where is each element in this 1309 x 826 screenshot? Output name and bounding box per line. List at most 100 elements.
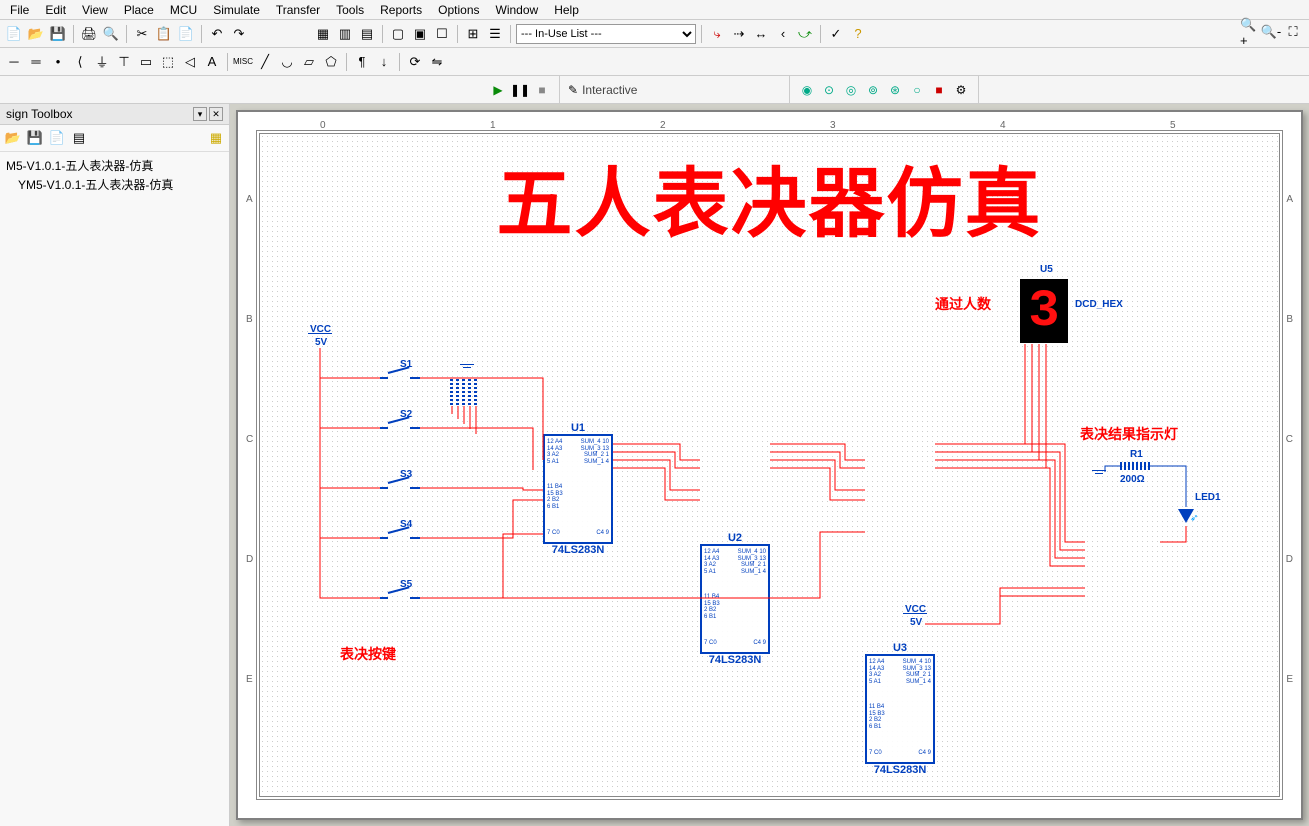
sheet1-button[interactable]: ▢ bbox=[388, 24, 408, 44]
place-poly-icon[interactable]: ⬠ bbox=[321, 52, 341, 72]
place-comment-icon[interactable]: ¶ bbox=[352, 52, 372, 72]
resistor-array[interactable] bbox=[450, 377, 477, 405]
tb-open-icon[interactable]: 📂 bbox=[3, 128, 23, 148]
redo-button[interactable]: ↷ bbox=[229, 24, 249, 44]
menu-edit[interactable]: Edit bbox=[39, 3, 72, 17]
sheet2-button[interactable]: ▣ bbox=[410, 24, 430, 44]
result-led-label: 表决结果指示灯 bbox=[1080, 424, 1178, 444]
grid3-button[interactable]: ▤ bbox=[357, 24, 377, 44]
probe2-button[interactable]: ⇢ bbox=[729, 24, 749, 44]
inuse-list-select[interactable]: --- In-Use List --- bbox=[516, 24, 696, 44]
menu-simulate[interactable]: Simulate bbox=[207, 3, 266, 17]
analysis1-icon[interactable]: ◉ bbox=[798, 81, 816, 99]
chip-u3[interactable]: U3 74LS283N 12 A414 A33 A25 A1 SUM_4 10S… bbox=[865, 654, 935, 764]
analysis4-icon[interactable]: ⊚ bbox=[864, 81, 882, 99]
place-power-icon[interactable]: ⊤ bbox=[114, 52, 134, 72]
erc-button[interactable]: ✓ bbox=[826, 24, 846, 44]
menu-window[interactable]: Window bbox=[490, 3, 545, 17]
led1[interactable] bbox=[1178, 509, 1194, 523]
grid2-button[interactable]: ▥ bbox=[335, 24, 355, 44]
probe3-button[interactable]: ↔ bbox=[751, 24, 771, 44]
tb-expand-icon[interactable]: ▦ bbox=[206, 128, 226, 148]
place-wire-icon[interactable]: ─ bbox=[4, 52, 24, 72]
open-button[interactable]: 📂 bbox=[26, 24, 46, 44]
stop-all-icon[interactable]: ■ bbox=[930, 81, 948, 99]
zoom-fit-icon[interactable]: ⛶ bbox=[1283, 22, 1303, 42]
menu-reports[interactable]: Reports bbox=[374, 3, 428, 17]
switch-s3[interactable] bbox=[380, 482, 420, 494]
place-arc-icon[interactable]: ◡ bbox=[277, 52, 297, 72]
new-button[interactable]: 📄 bbox=[4, 24, 24, 44]
paste-button[interactable]: 📄 bbox=[176, 24, 196, 44]
close-icon[interactable]: ✕ bbox=[209, 107, 223, 121]
switch-s2[interactable] bbox=[380, 422, 420, 434]
rotate-icon[interactable]: ⟳ bbox=[405, 52, 425, 72]
seven-segment-display[interactable]: 3 bbox=[1020, 279, 1068, 343]
tb-filter-icon[interactable]: ▤ bbox=[69, 128, 89, 148]
zoom-in-icon[interactable]: 🔍+ bbox=[1239, 22, 1259, 42]
run-button[interactable]: ▶ bbox=[489, 81, 507, 99]
analysis3-icon[interactable]: ◎ bbox=[842, 81, 860, 99]
copy-button[interactable]: 📋 bbox=[154, 24, 174, 44]
analysis6-icon[interactable]: ○ bbox=[908, 81, 926, 99]
help-icon[interactable]: ? bbox=[848, 24, 868, 44]
place-junction-icon[interactable]: • bbox=[48, 52, 68, 72]
place-rect-icon[interactable]: ▱ bbox=[299, 52, 319, 72]
vote-count-label: 通过人数 bbox=[935, 294, 991, 314]
zoom-out-icon[interactable]: 🔍- bbox=[1261, 22, 1281, 42]
menu-options[interactable]: Options bbox=[432, 3, 485, 17]
settings-icon[interactable]: ⚙ bbox=[952, 81, 970, 99]
place-gnd-icon[interactable]: ⏚ bbox=[92, 52, 112, 72]
place-part-icon[interactable]: ▭ bbox=[136, 52, 156, 72]
probe5-button[interactable]: ⤻ bbox=[795, 24, 815, 44]
pause-button[interactable]: ❚❚ bbox=[511, 81, 529, 99]
probe4-button[interactable]: ‹ bbox=[773, 24, 793, 44]
menu-help[interactable]: Help bbox=[548, 3, 585, 17]
undo-button[interactable]: ↶ bbox=[207, 24, 227, 44]
switch-s1[interactable] bbox=[380, 372, 420, 384]
switch-s4[interactable] bbox=[380, 532, 420, 544]
list-button[interactable]: ☰ bbox=[485, 24, 505, 44]
place-misc-icon[interactable]: MISC bbox=[233, 52, 253, 72]
schematic-canvas[interactable]: 0 1 2 3 4 5 A B C D E A B C D E bbox=[230, 104, 1309, 826]
place-line-icon[interactable]: ╱ bbox=[255, 52, 275, 72]
menu-mcu[interactable]: MCU bbox=[164, 3, 203, 17]
cut-button[interactable]: ✂ bbox=[132, 24, 152, 44]
ruler-side-b: B bbox=[246, 314, 253, 325]
stop-button[interactable]: ■ bbox=[533, 81, 551, 99]
resistor-r1[interactable] bbox=[1120, 462, 1150, 470]
menu-file[interactable]: File bbox=[4, 3, 35, 17]
probe1-button[interactable]: ⤷ bbox=[707, 24, 727, 44]
sheet3-button[interactable]: ☐ bbox=[432, 24, 452, 44]
tree-item-design2[interactable]: YM5-V1.0.1-五人表决器-仿真 bbox=[4, 175, 225, 194]
ruler-side-d-r: D bbox=[1286, 554, 1293, 565]
print-button[interactable]: 🖨 bbox=[79, 24, 99, 44]
place-bus-icon[interactable]: ═ bbox=[26, 52, 46, 72]
tb-doc-icon[interactable]: 📄 bbox=[47, 128, 67, 148]
print-preview-button[interactable]: 🔍 bbox=[101, 24, 121, 44]
pin-icon[interactable]: ▾ bbox=[193, 107, 207, 121]
layers-button[interactable]: ⊞ bbox=[463, 24, 483, 44]
switch-s5[interactable] bbox=[380, 592, 420, 604]
place-marker-icon[interactable]: ↓ bbox=[374, 52, 394, 72]
simulation-toolbar: ▶ ❚❚ ■ ✎ Interactive ◉ ⊙ ◎ ⊚ ⊛ ○ ■ ⚙ bbox=[0, 76, 1309, 104]
place-text-icon[interactable]: A bbox=[202, 52, 222, 72]
grid1-button[interactable]: ▦ bbox=[313, 24, 333, 44]
mirror-icon[interactable]: ⇋ bbox=[427, 52, 447, 72]
tb-save-icon[interactable]: 💾 bbox=[25, 128, 45, 148]
menu-transfer[interactable]: Transfer bbox=[270, 3, 326, 17]
ruler-top-1: 1 bbox=[490, 120, 496, 131]
chip-u1[interactable]: U1 74LS283N 12 A414 A33 A25 A1 SUM_4 10S… bbox=[543, 434, 613, 544]
chip-u2[interactable]: U2 74LS283N 12 A414 A33 A25 A1 SUM_4 10S… bbox=[700, 544, 770, 654]
place-net-icon[interactable]: ⟨ bbox=[70, 52, 90, 72]
menu-tools[interactable]: Tools bbox=[330, 3, 370, 17]
menu-place[interactable]: Place bbox=[118, 3, 160, 17]
tree-item-design1[interactable]: M5-V1.0.1-五人表决器-仿真 bbox=[4, 156, 225, 175]
menu-view[interactable]: View bbox=[76, 3, 114, 17]
analysis2-icon[interactable]: ⊙ bbox=[820, 81, 838, 99]
analysis5-icon[interactable]: ⊛ bbox=[886, 81, 904, 99]
design-tree: M5-V1.0.1-五人表决器-仿真 YM5-V1.0.1-五人表决器-仿真 bbox=[0, 152, 229, 198]
save-button[interactable]: 💾 bbox=[48, 24, 68, 44]
place-port-icon[interactable]: ◁ bbox=[180, 52, 200, 72]
place-hier-icon[interactable]: ⬚ bbox=[158, 52, 178, 72]
